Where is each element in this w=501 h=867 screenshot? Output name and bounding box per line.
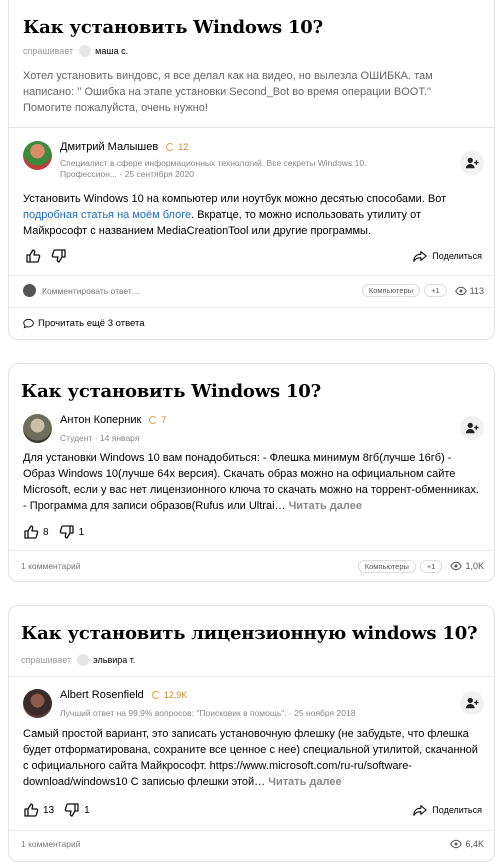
question-text: Хотел установить виндовс, я все делал ка… <box>23 70 433 114</box>
tag-computers[interactable]: Компьютеры <box>357 559 416 573</box>
share-button[interactable]: Поделиться <box>413 803 482 817</box>
asker-name[interactable]: эльвира т. <box>93 655 135 665</box>
answer-text: Установить Windows 10 на компьютер или н… <box>23 193 447 237</box>
author-name[interactable]: Антон Коперник <box>60 414 141 426</box>
comments-link[interactable]: 1 комментарий <box>21 561 81 571</box>
question-title[interactable]: Как установить лицензионную windows 10? <box>21 623 478 644</box>
divider <box>9 275 494 276</box>
commenter-avatar <box>23 284 36 297</box>
eye-icon <box>450 561 463 571</box>
more-tags[interactable]: +1 <box>419 559 443 573</box>
like-button[interactable]: 13 <box>23 802 54 818</box>
card-footer: 1 комментарий Компьютеры +1 1,0K <box>21 559 494 573</box>
comment-row: Комментировать ответ… Компьютеры +1 113 <box>23 284 494 297</box>
like-button[interactable] <box>25 248 41 264</box>
comments-link[interactable]: 1 комментарий <box>21 839 81 849</box>
add-user-icon <box>465 157 479 169</box>
views-count: 113 <box>454 285 484 297</box>
question-card-2: Как установить Windows 10? Антон Коперни… <box>8 363 495 582</box>
thumbs-up-icon <box>24 803 39 817</box>
asker-label: спрашивает <box>23 46 74 56</box>
comment-icon <box>23 318 34 329</box>
answer-text: Самый простой вариант, это записать уста… <box>23 728 478 788</box>
answer-link[interactable]: подробная статья на моём блоге <box>23 209 191 221</box>
asker-avatar[interactable] <box>79 45 92 57</box>
asker-avatar[interactable] <box>77 654 90 666</box>
follow-button[interactable] <box>460 691 484 715</box>
share-icon <box>413 251 427 262</box>
like-button[interactable]: 8 <box>23 524 49 540</box>
question-title[interactable]: Как установить Windows 10? <box>21 381 321 402</box>
author-rating: 12,9K <box>151 690 187 700</box>
add-user-icon <box>465 422 479 434</box>
asker-row: спрашивает эльвира т. <box>21 654 135 666</box>
divider <box>9 550 494 551</box>
like-count: 13 <box>43 804 55 816</box>
add-user-icon <box>465 697 479 709</box>
answer-author: Дмитрий Малышев 12 Специалист в сфере ин… <box>23 141 494 180</box>
author-name[interactable]: Albert Rosenfield <box>60 689 144 701</box>
answer-actions: 13 1 Поделиться <box>23 802 494 818</box>
question-card-3: Как установить лицензионную windows 10? … <box>8 605 495 862</box>
read-more-link[interactable]: Читать далее <box>289 500 362 512</box>
views-count: 6,4K <box>450 838 484 850</box>
answer-actions: 8 1 <box>23 524 494 540</box>
avatar[interactable] <box>23 414 52 443</box>
answer-author: Антон Коперник 7 Студент · 14 января <box>23 414 494 444</box>
asker-label: спрашивает <box>21 655 72 665</box>
follow-button[interactable] <box>460 151 484 175</box>
eye-icon <box>450 839 463 849</box>
divider <box>9 307 494 308</box>
rating-icon <box>149 416 158 424</box>
follow-button[interactable] <box>460 416 484 440</box>
views-count: 1,0K <box>450 560 484 572</box>
avatar[interactable] <box>23 141 52 170</box>
answer-actions: Поделиться <box>25 248 494 264</box>
asker-name[interactable]: маша с. <box>95 46 128 56</box>
author-subtitle: Лучший ответ на 99.9% вопросов: "Поисков… <box>60 708 356 718</box>
thumbs-down-icon <box>51 249 66 263</box>
answer-author: Albert Rosenfield 12,9K Лучший ответ на … <box>23 689 494 719</box>
thumbs-up-icon <box>26 249 41 263</box>
dislike-count: 1 <box>78 526 85 538</box>
author-subtitle: Специалист в сфере информационных технол… <box>60 158 367 179</box>
share-button[interactable]: Поделиться <box>413 249 482 263</box>
more-answers-link[interactable]: Прочитать ещё 3 ответа <box>23 318 145 329</box>
question-card-1: Как установить Windows 10? спрашивает ма… <box>8 0 495 340</box>
dislike-button[interactable]: 1 <box>64 802 90 818</box>
thumbs-up-icon <box>24 525 39 539</box>
dislike-button[interactable] <box>51 248 67 264</box>
comment-input[interactable]: Комментировать ответ… <box>42 286 140 296</box>
thumbs-down-icon <box>59 525 74 539</box>
answer-text: Для установки Windows 10 вам понадобитьс… <box>23 452 479 512</box>
author-rating: 12 <box>166 142 188 152</box>
rating-icon <box>151 691 160 699</box>
more-tags[interactable]: +1 <box>424 284 447 297</box>
rating-icon <box>166 143 175 151</box>
tag-computers[interactable]: Компьютеры <box>361 284 421 297</box>
author-subtitle: Студент · 14 января <box>60 433 140 443</box>
divider <box>9 127 494 128</box>
like-count: 8 <box>43 526 49 538</box>
question-title[interactable]: Как установить Windows 10? <box>23 17 323 38</box>
avatar[interactable] <box>23 689 52 718</box>
share-icon <box>413 805 427 816</box>
divider <box>9 676 494 677</box>
author-rating: 7 <box>149 415 166 425</box>
dislike-count: 1 <box>84 804 90 816</box>
eye-icon <box>454 286 467 295</box>
dislike-button[interactable]: 1 <box>59 524 85 540</box>
asker-row: спрашивает маша с. <box>23 45 128 57</box>
read-more-link[interactable]: Читать далее <box>268 776 341 788</box>
divider <box>9 830 494 831</box>
thumbs-down-icon <box>64 803 79 817</box>
card-footer: 1 комментарий 6,4K <box>21 839 494 849</box>
author-name[interactable]: Дмитрий Малышев <box>60 141 158 153</box>
